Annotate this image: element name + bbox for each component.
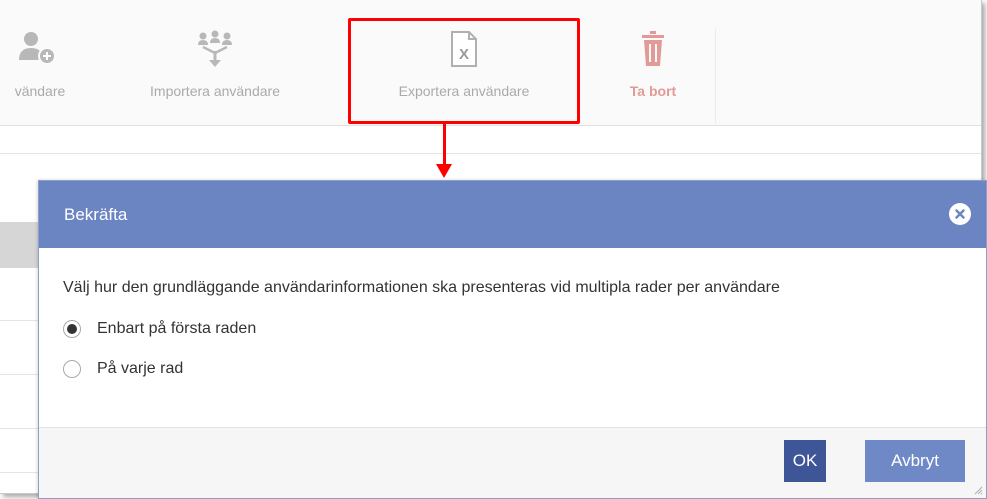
background-row-divider xyxy=(0,428,40,429)
confirm-dialog: Bekräfta Välj hur den grundläggande anvä… xyxy=(38,180,987,499)
dialog-footer: OK Avbryt xyxy=(39,427,986,498)
import-users-button[interactable]: Importera användare xyxy=(120,0,310,125)
toolbar-divider xyxy=(715,28,716,124)
option-first-row[interactable]: Enbart på första raden xyxy=(63,318,256,340)
background-table-row xyxy=(0,222,40,268)
add-user-label: vändare xyxy=(14,83,66,99)
content-divider xyxy=(0,153,981,154)
dialog-title: Bekräfta xyxy=(64,205,128,224)
background-row-divider xyxy=(0,472,40,473)
dialog-body: Välj hur den grundläggande användarinfor… xyxy=(39,248,986,428)
option-every-row[interactable]: På varje rad xyxy=(63,358,183,380)
dialog-question: Välj hur den grundläggande användarinfor… xyxy=(63,279,780,296)
background-row-divider xyxy=(0,374,40,375)
radio-every-row[interactable] xyxy=(63,360,81,378)
background-row-divider xyxy=(0,320,40,321)
annotation-arrow xyxy=(443,124,446,168)
add-user-icon xyxy=(0,30,90,68)
close-icon[interactable] xyxy=(949,203,971,225)
resize-grip-icon[interactable] xyxy=(973,485,983,495)
radio-first-row[interactable] xyxy=(63,320,81,338)
option-first-row-label: Enbart på första raden xyxy=(97,320,257,337)
cancel-button[interactable]: Avbryt xyxy=(865,440,965,482)
ok-button[interactable]: OK xyxy=(784,440,826,482)
dialog-header: Bekräfta xyxy=(39,181,986,248)
import-users-label: Importera användare xyxy=(150,83,280,99)
trash-icon xyxy=(608,30,698,68)
delete-button[interactable]: Ta bort xyxy=(608,0,698,125)
delete-label: Ta bort xyxy=(629,83,677,99)
option-every-row-label: På varje rad xyxy=(97,360,184,377)
add-user-button[interactable]: vändare xyxy=(0,0,90,125)
annotation-arrow-head xyxy=(436,164,452,178)
import-users-icon xyxy=(120,30,310,68)
export-highlight-box xyxy=(348,18,580,124)
